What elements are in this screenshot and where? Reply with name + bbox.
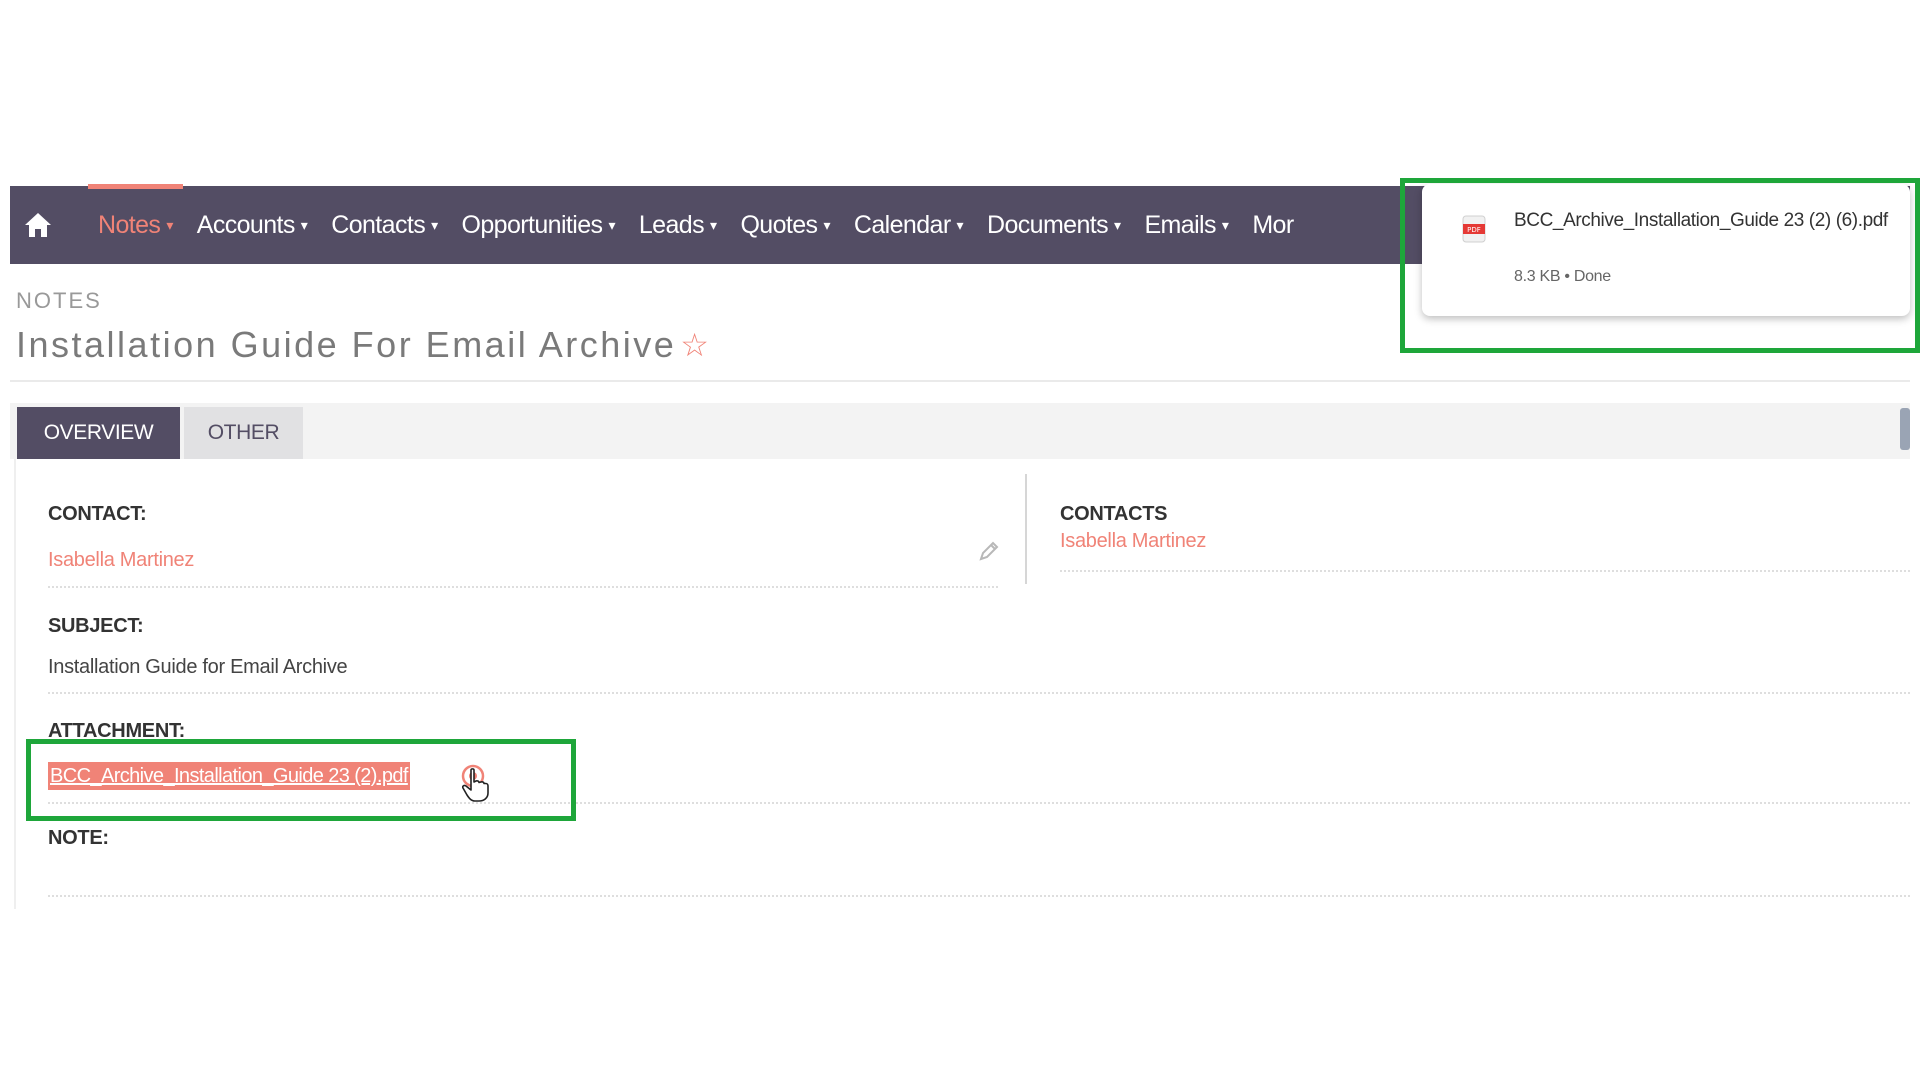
home-icon[interactable] bbox=[14, 186, 62, 264]
tab-overview[interactable]: OVERVIEW bbox=[17, 407, 180, 459]
module-name: NOTES bbox=[16, 288, 102, 313]
header-divider bbox=[10, 380, 1910, 382]
nav-item-label: Quotes bbox=[740, 210, 818, 239]
chevron-down-icon: ▾ bbox=[710, 216, 717, 233]
nav-item-label: Mor bbox=[1252, 210, 1294, 239]
chevron-down-icon: ▾ bbox=[1114, 216, 1121, 233]
chevron-down-icon: ▾ bbox=[608, 216, 615, 233]
panel-left-border bbox=[14, 459, 16, 909]
column-divider bbox=[1025, 474, 1027, 584]
nav-item-emails[interactable]: Emails ▾ bbox=[1132, 186, 1240, 264]
favorite-star-icon[interactable]: ☆ bbox=[680, 326, 711, 364]
field-divider bbox=[48, 895, 1910, 897]
nav-item-accounts[interactable]: Accounts ▾ bbox=[185, 186, 319, 264]
attachment-highlight-box bbox=[26, 739, 576, 821]
nav-item-label: Emails bbox=[1144, 210, 1216, 239]
nav-item-contacts[interactable]: Contacts ▾ bbox=[319, 186, 449, 264]
chevron-down-icon: ▾ bbox=[1221, 216, 1229, 233]
detail-panel bbox=[10, 459, 1910, 909]
nav-item-label: Documents bbox=[986, 210, 1109, 239]
nav-item-label: Leads bbox=[638, 210, 705, 239]
nav-item-label: Accounts bbox=[196, 210, 296, 239]
page-title-text: Installation Guide For Email Archive bbox=[16, 324, 677, 365]
contacts-link[interactable]: Isabella Martinez bbox=[1060, 530, 1206, 553]
page-title: Installation Guide For Email Archive ☆ bbox=[16, 324, 711, 366]
contact-link[interactable]: Isabella Martinez bbox=[48, 549, 194, 572]
edit-pencil-icon[interactable] bbox=[978, 540, 1000, 567]
nav-item-leads[interactable]: Leads ▾ bbox=[627, 186, 729, 264]
contact-label: CONTACT: bbox=[48, 503, 147, 525]
field-divider bbox=[1060, 570, 1910, 572]
chevron-down-icon: ▾ bbox=[823, 216, 830, 233]
chevron-down-icon: ▾ bbox=[300, 216, 308, 233]
field-divider bbox=[48, 586, 998, 588]
chevron-down-icon: ▾ bbox=[431, 216, 438, 233]
nav-item-more[interactable]: Mor bbox=[1240, 186, 1294, 264]
nav-item-label: Notes bbox=[98, 210, 161, 239]
contacts-label: CONTACTS bbox=[1060, 503, 1168, 525]
download-highlight-box bbox=[1400, 178, 1920, 353]
nav-item-opportunities[interactable]: Opportunities ▾ bbox=[450, 186, 627, 264]
nav-item-label: Contacts bbox=[331, 210, 426, 239]
chevron-down-icon: ▾ bbox=[956, 216, 964, 233]
field-divider bbox=[48, 692, 1910, 694]
scroll-handle[interactable] bbox=[1900, 408, 1910, 450]
nav-item-notes[interactable]: Notes ▾ bbox=[86, 184, 185, 264]
tab-other[interactable]: OTHER bbox=[184, 407, 303, 459]
nav-item-documents[interactable]: Documents ▾ bbox=[975, 186, 1132, 264]
chevron-down-icon: ▾ bbox=[166, 216, 173, 233]
subject-value: Installation Guide for Email Archive bbox=[48, 656, 348, 678]
nav-item-calendar[interactable]: Calendar ▾ bbox=[842, 186, 975, 264]
nav-item-label: Calendar bbox=[853, 210, 951, 239]
nav-item-quotes[interactable]: Quotes ▾ bbox=[728, 186, 841, 264]
note-label: NOTE: bbox=[48, 827, 109, 849]
subject-label: SUBJECT: bbox=[48, 615, 144, 637]
nav-item-label: Opportunities bbox=[461, 210, 604, 239]
